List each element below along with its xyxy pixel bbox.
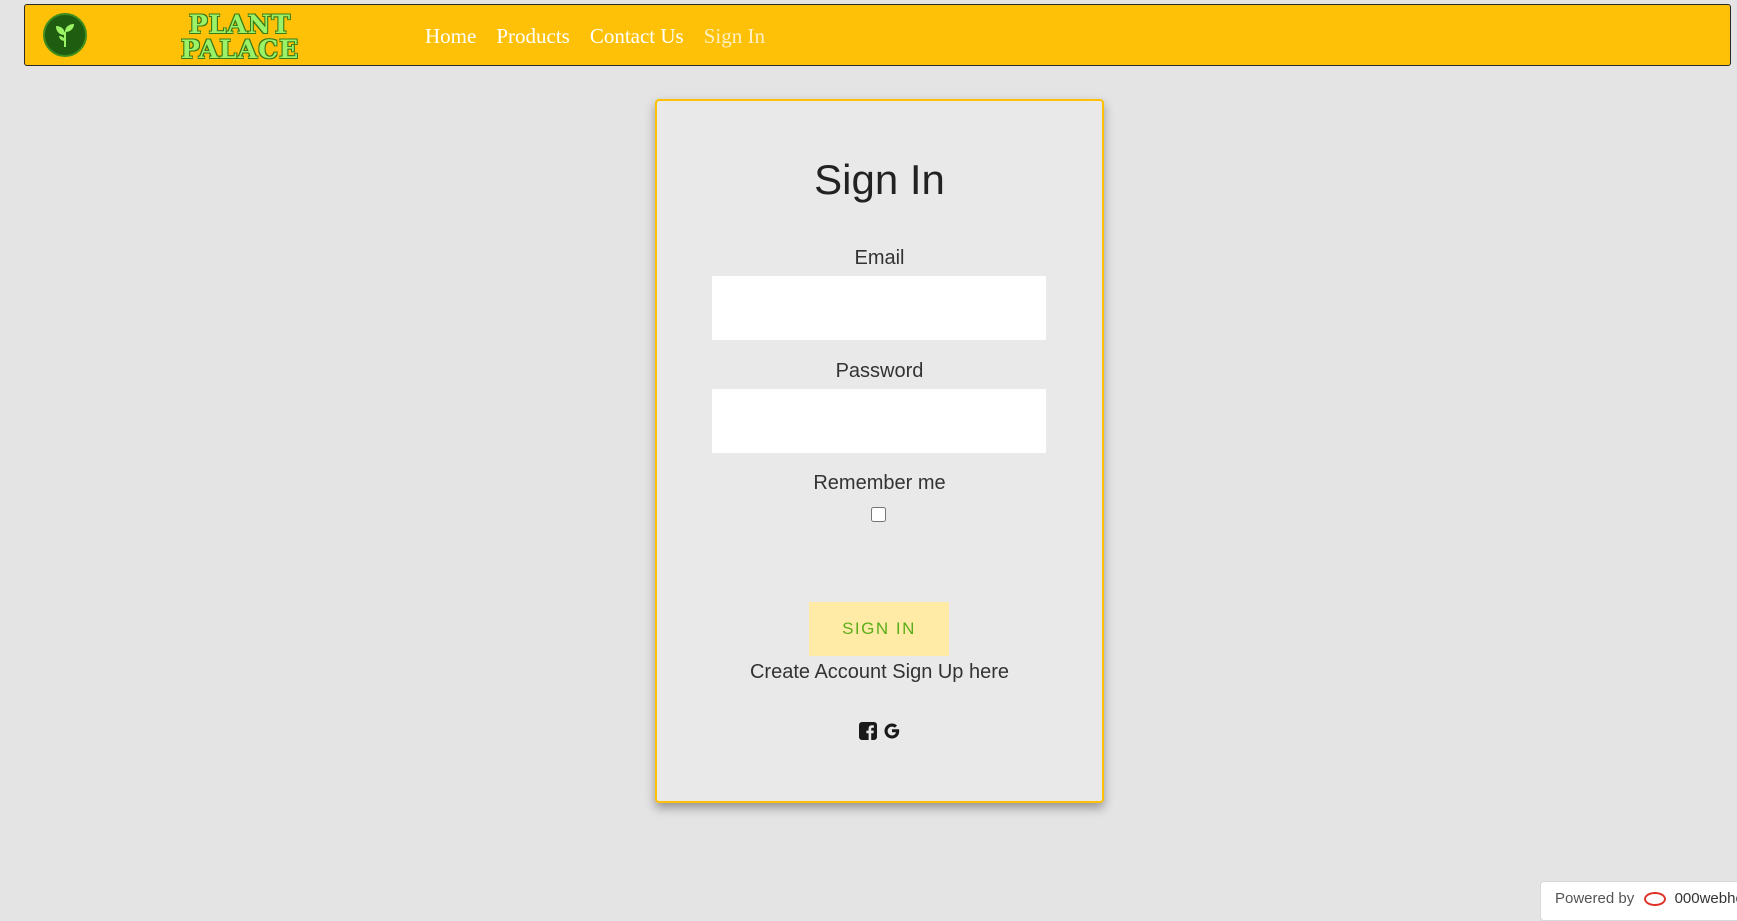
navbar: PLANT PALACE Home Products Contact Us Si… [24,4,1731,66]
page-title: Sign In [814,156,945,203]
create-account-text: Create Account [749,661,887,683]
signin-card: Sign In Email Password Remember me SIGN … [655,99,1104,803]
remember-me-label: Remember me [813,472,946,494]
brand-line-2: PALACE [180,35,300,64]
email-field[interactable] [712,276,1046,340]
brand-logo-text[interactable]: PLANT PALACE [165,12,315,62]
email-label: Email [854,247,905,269]
nav-links: Home Products Contact Us Sign In [425,5,765,67]
brand-line-1: PLANT [188,10,292,39]
social-login [657,721,1102,741]
create-account-line: Create Account Sign Up here [657,661,1102,684]
sprout-icon[interactable] [43,13,87,57]
password-label: Password [835,360,924,382]
nav-link-products[interactable]: Products [496,24,570,49]
sign-in-button[interactable]: SIGN IN [809,602,949,656]
google-icon[interactable] [882,721,902,741]
nav-link-contact-us[interactable]: Contact Us [590,24,684,49]
facebook-icon[interactable] [858,721,878,741]
remember-me-checkbox[interactable] [871,507,886,522]
sign-up-link[interactable]: Sign Up here [892,661,1009,683]
powered-by-badge[interactable]: Powered by 000webhost [1540,881,1737,921]
nav-link-home[interactable]: Home [425,24,476,49]
nav-link-sign-in[interactable]: Sign In [704,24,765,49]
host-logo-icon [1644,892,1667,907]
password-field[interactable] [712,389,1046,453]
